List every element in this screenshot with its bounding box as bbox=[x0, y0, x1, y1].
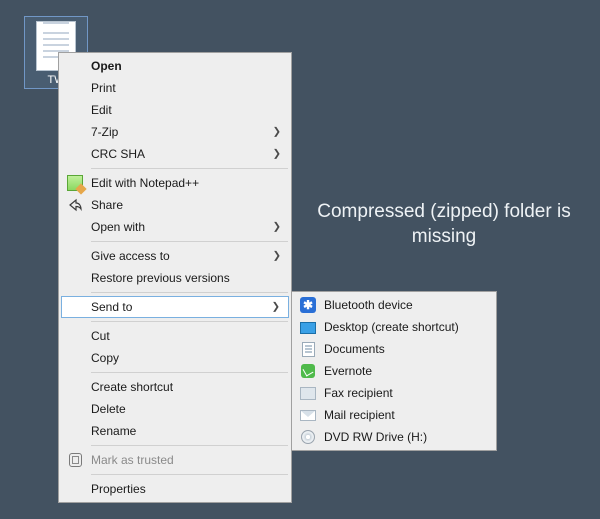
separator bbox=[91, 445, 288, 446]
sendto-dvd[interactable]: DVD RW Drive (H:) bbox=[294, 426, 494, 448]
menu-copy[interactable]: Copy bbox=[61, 347, 289, 369]
menu-give-access[interactable]: Give access to❯ bbox=[61, 245, 289, 267]
sendto-evernote[interactable]: Evernote bbox=[294, 360, 494, 382]
menu-send-to[interactable]: Send to❯ bbox=[61, 296, 289, 318]
fax-icon bbox=[300, 387, 316, 400]
menu-mark-trusted: Mark as trusted bbox=[61, 449, 289, 471]
annotation-text: Compressed (zipped) folder is missing bbox=[314, 200, 574, 249]
separator bbox=[91, 474, 288, 475]
dvd-drive-icon bbox=[301, 430, 315, 444]
separator bbox=[91, 168, 288, 169]
sendto-documents[interactable]: Documents bbox=[294, 338, 494, 360]
mail-icon bbox=[300, 410, 316, 421]
menu-print[interactable]: Print bbox=[61, 77, 289, 99]
menu-7zip[interactable]: 7-Zip❯ bbox=[61, 121, 289, 143]
bluetooth-icon: ✱ bbox=[300, 297, 316, 313]
sendto-mail[interactable]: Mail recipient bbox=[294, 404, 494, 426]
separator bbox=[91, 241, 288, 242]
chevron-right-icon: ❯ bbox=[273, 149, 281, 160]
menu-open-with[interactable]: Open with❯ bbox=[61, 216, 289, 238]
desktop-icon bbox=[300, 322, 316, 334]
separator bbox=[91, 372, 288, 373]
separator bbox=[91, 321, 288, 322]
chevron-right-icon: ❯ bbox=[273, 251, 281, 262]
sendto-fax[interactable]: Fax recipient bbox=[294, 382, 494, 404]
menu-notepadpp[interactable]: Edit with Notepad++ bbox=[61, 172, 289, 194]
evernote-icon bbox=[301, 364, 315, 378]
menu-rename[interactable]: Rename bbox=[61, 420, 289, 442]
menu-edit[interactable]: Edit bbox=[61, 99, 289, 121]
chevron-right-icon: ❯ bbox=[273, 127, 281, 138]
sendto-bluetooth[interactable]: ✱Bluetooth device bbox=[294, 294, 494, 316]
shield-icon bbox=[69, 453, 82, 467]
menu-restore-versions[interactable]: Restore previous versions bbox=[61, 267, 289, 289]
context-menu: Open Print Edit 7-Zip❯ CRC SHA❯ Edit wit… bbox=[58, 52, 292, 503]
chevron-right-icon: ❯ bbox=[272, 302, 280, 313]
menu-crc-sha[interactable]: CRC SHA❯ bbox=[61, 143, 289, 165]
separator bbox=[91, 292, 288, 293]
notepadpp-icon bbox=[67, 175, 83, 191]
sendto-submenu: ✱Bluetooth device Desktop (create shortc… bbox=[291, 291, 497, 451]
sendto-desktop[interactable]: Desktop (create shortcut) bbox=[294, 316, 494, 338]
menu-create-shortcut[interactable]: Create shortcut bbox=[61, 376, 289, 398]
menu-cut[interactable]: Cut bbox=[61, 325, 289, 347]
menu-properties[interactable]: Properties bbox=[61, 478, 289, 500]
menu-share[interactable]: Share bbox=[61, 194, 289, 216]
documents-icon bbox=[302, 342, 315, 357]
menu-delete[interactable]: Delete bbox=[61, 398, 289, 420]
menu-open[interactable]: Open bbox=[61, 55, 289, 77]
chevron-right-icon: ❯ bbox=[273, 222, 281, 233]
share-icon bbox=[67, 197, 83, 213]
